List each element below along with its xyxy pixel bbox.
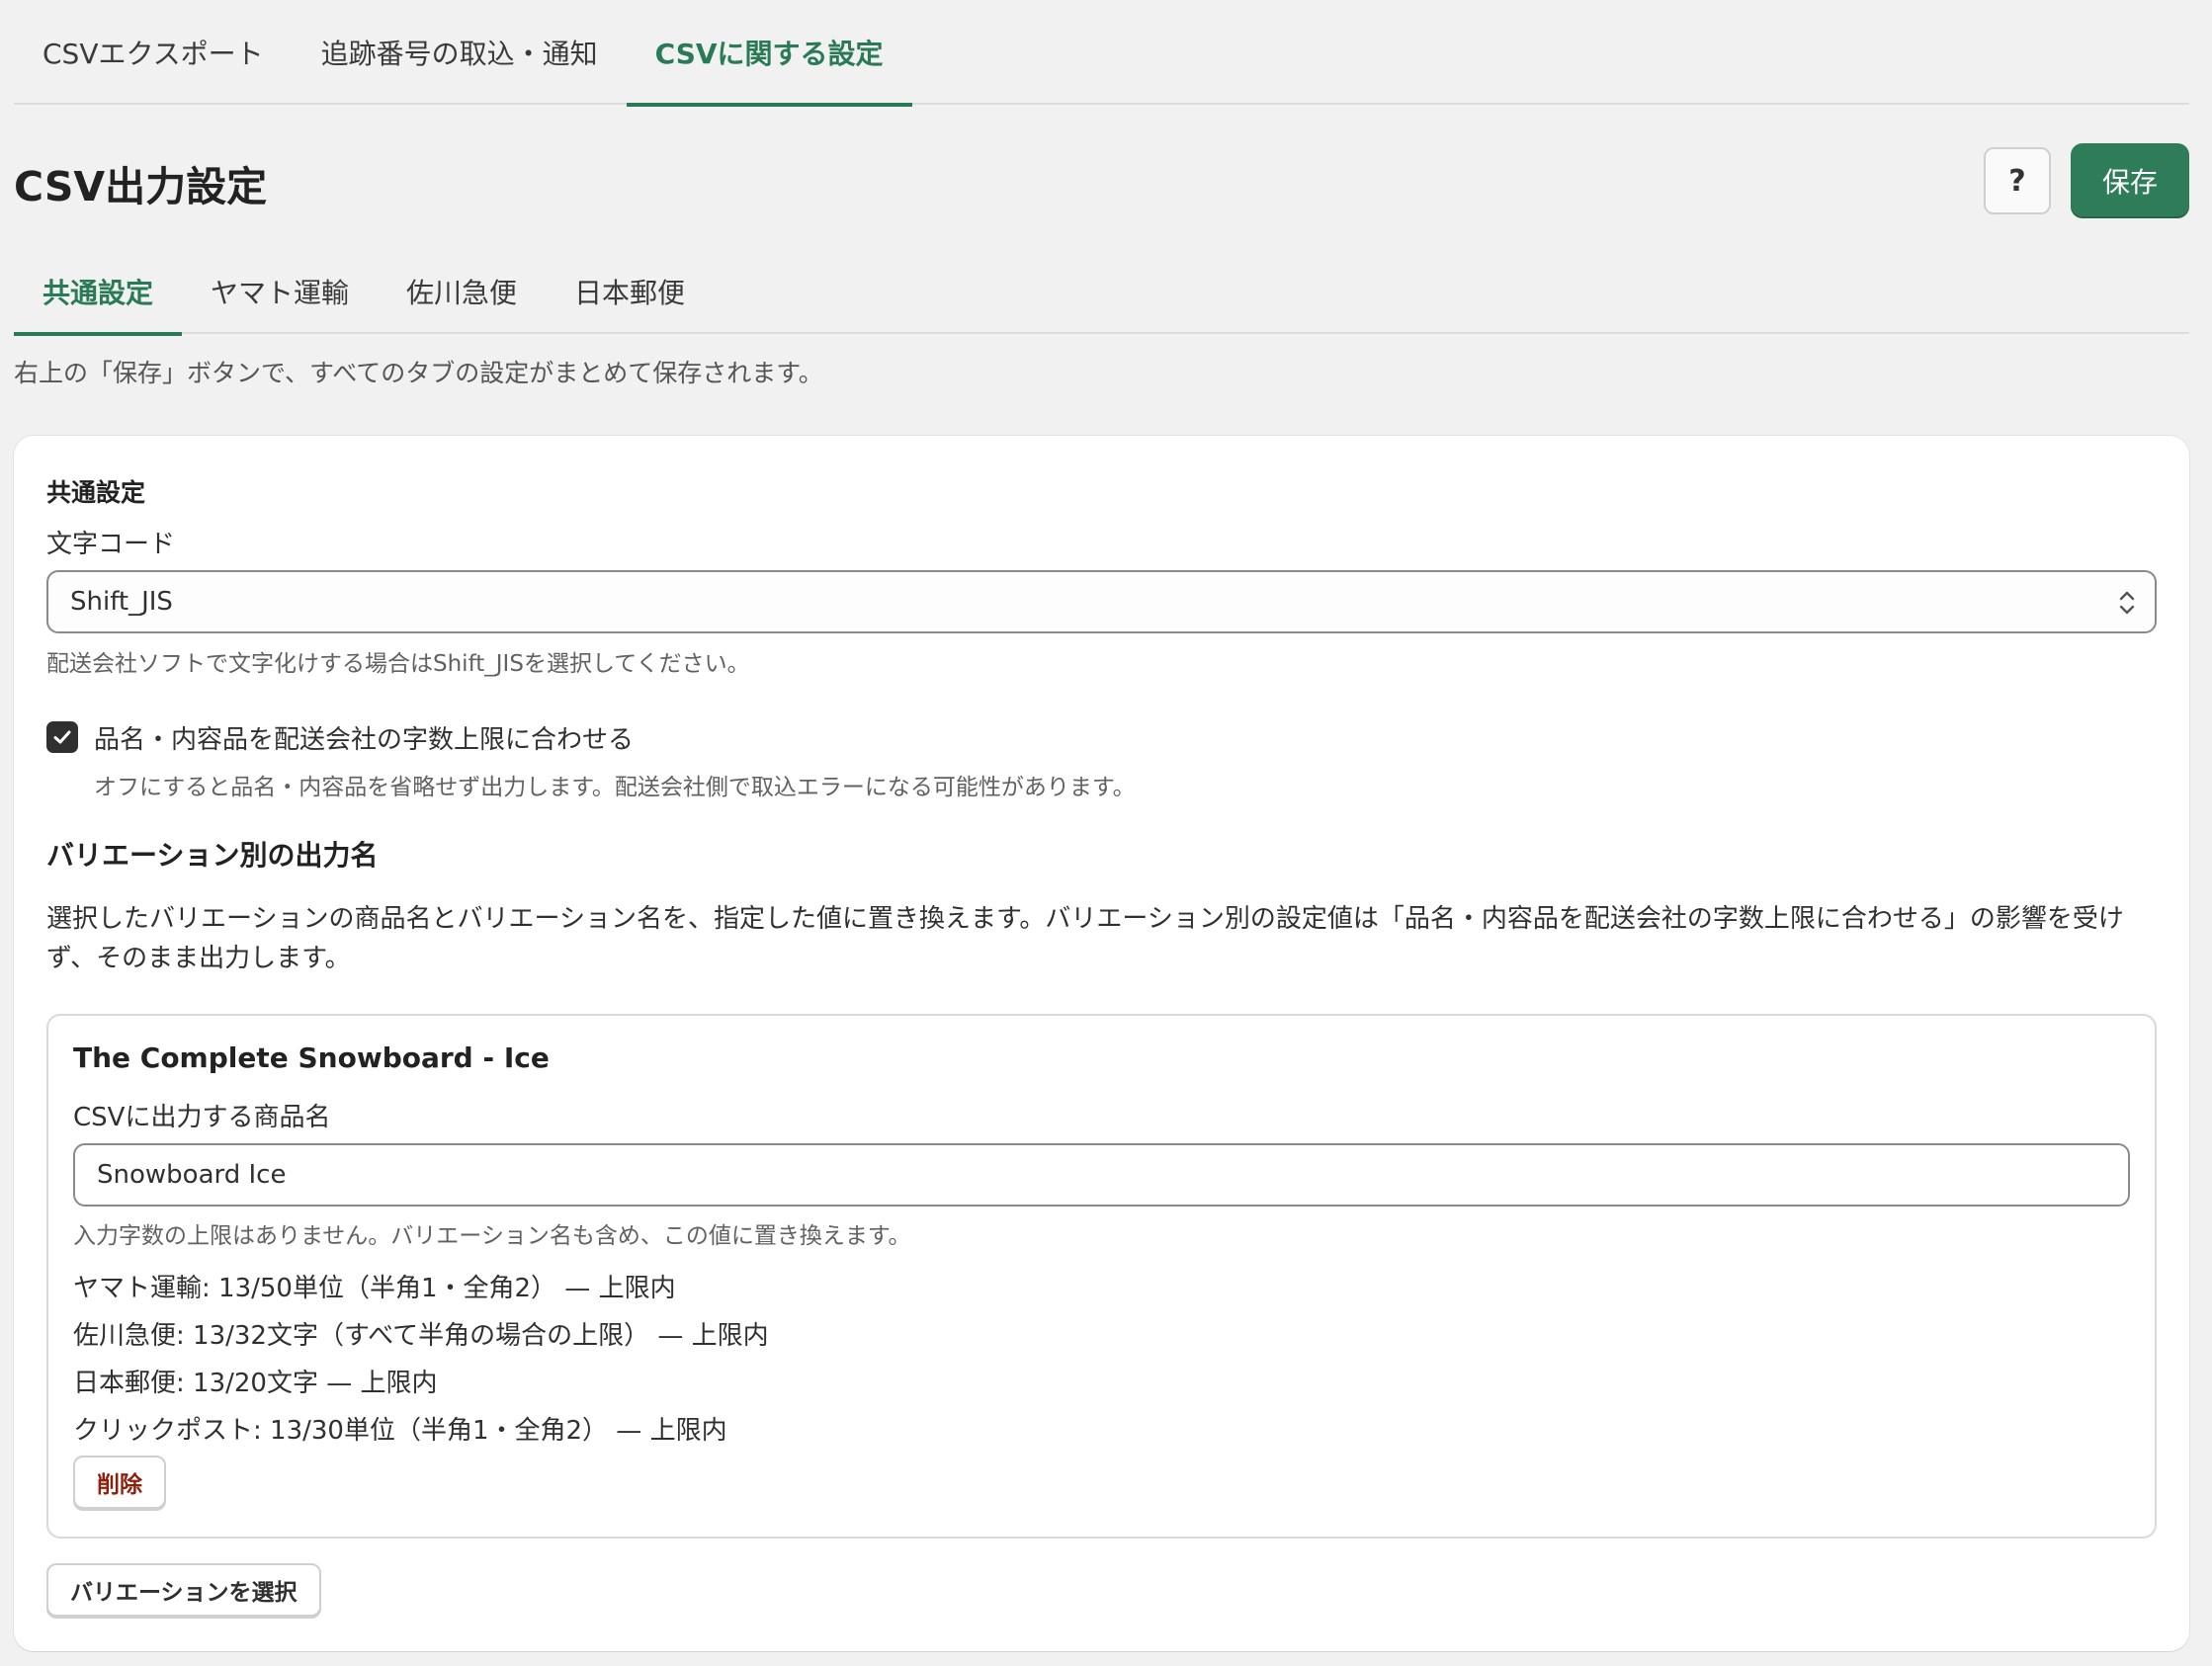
limit-sagawa: 佐川急便: 13/32文字（すべて半角の場合の上限） — 上限内 xyxy=(73,1321,769,1351)
encoding-select[interactable]: Shift_JIS xyxy=(46,570,2157,633)
tab-csv-export[interactable]: CSVエクスポート xyxy=(14,0,293,105)
save-button[interactable]: 保存 xyxy=(2071,143,2189,218)
common-settings-card: 共通設定 文字コード Shift_JIS 配送会社ソフトで文字化けする場合はSh… xyxy=(14,436,2189,1651)
truncate-help: オフにすると品名・内容品を省略せず出力します。配送会社側で取込エラーになる可能性… xyxy=(94,775,1136,800)
save-note: 右上の「保存」ボタンで、すべてのタブの設定がまとめて保存されます。 xyxy=(14,359,823,387)
tab-sagawa[interactable]: 佐川急便 xyxy=(378,249,546,334)
limit-click-post: クリックポスト: 13/30単位（半角1・全角2） — 上限内 xyxy=(73,1416,727,1446)
variation-item-card: The Complete Snowboard - Ice CSVに出力する商品名… xyxy=(46,1014,2157,1539)
truncate-label[interactable]: 品名・内容品を配送会社の字数上限に合わせる xyxy=(94,719,634,756)
carrier-tabs: 共通設定 ヤマト運輸 佐川急便 日本郵便 xyxy=(14,249,2189,336)
tab-csv-settings[interactable]: CSVに関する設定 xyxy=(626,0,912,107)
output-name-help: 入力字数の上限はありません。バリエーション名も含め、この値に置き換えます。 xyxy=(73,1223,911,1249)
variation-heading: バリエーション別の出力名 xyxy=(46,839,379,872)
encoding-label: 文字コード xyxy=(46,530,176,559)
top-tabs: CSVエクスポート 追跡番号の取込・通知 CSVに関する設定 xyxy=(14,0,2189,107)
encoding-help: 配送会社ソフトで文字化けする場合はShift_JISを選択してください。 xyxy=(46,651,750,677)
card-title: 共通設定 xyxy=(46,478,146,507)
tab-japan-post[interactable]: 日本郵便 xyxy=(546,249,714,334)
tab-label: 佐川急便 xyxy=(406,277,518,309)
delete-button[interactable]: 削除 xyxy=(73,1456,166,1509)
checkmark-icon xyxy=(53,730,71,744)
tab-label: 共通設定 xyxy=(43,277,154,309)
help-button[interactable]: ? xyxy=(1984,147,2051,214)
tab-label: 追跡番号の取込・通知 xyxy=(320,38,598,70)
truncate-checkbox[interactable] xyxy=(46,721,78,753)
variation-description: 選択したバリエーションの商品名とバリエーション名を、指定した値に置き換えます。バ… xyxy=(46,904,2124,973)
tab-label: CSVに関する設定 xyxy=(654,38,884,70)
tab-label: CSVエクスポート xyxy=(43,38,264,70)
page-title: CSV出力設定 xyxy=(14,163,268,210)
tab-label: 日本郵便 xyxy=(574,277,686,309)
limit-yamato: ヤマト運輸: 13/50単位（半角1・全角2） — 上限内 xyxy=(73,1274,676,1303)
encoding-value: Shift_JIS xyxy=(70,587,173,617)
output-name-input[interactable]: Snowboard Ice xyxy=(73,1143,2130,1207)
tab-tracking-import[interactable]: 追跡番号の取込・通知 xyxy=(293,0,627,105)
tab-common[interactable]: 共通設定 xyxy=(14,249,183,336)
tab-yamato[interactable]: ヤマト運輸 xyxy=(182,249,378,334)
limit-japan-post: 日本郵便: 13/20文字 — 上限内 xyxy=(73,1369,438,1398)
select-chevron-icon xyxy=(2119,591,2135,615)
settings-page: CSVエクスポート 追跡番号の取込・通知 CSVに関する設定 CSV出力設定 ?… xyxy=(0,0,2212,1666)
page-header: CSV出力設定 ? 保存 xyxy=(14,143,2189,218)
variation-title: The Complete Snowboard - Ice xyxy=(73,1041,550,1074)
select-variation-button[interactable]: バリエーションを選択 xyxy=(46,1563,321,1617)
output-name-value: Snowboard Ice xyxy=(97,1160,287,1190)
output-name-label: CSVに出力する商品名 xyxy=(73,1103,331,1132)
tab-label: ヤマト運輸 xyxy=(211,277,350,309)
